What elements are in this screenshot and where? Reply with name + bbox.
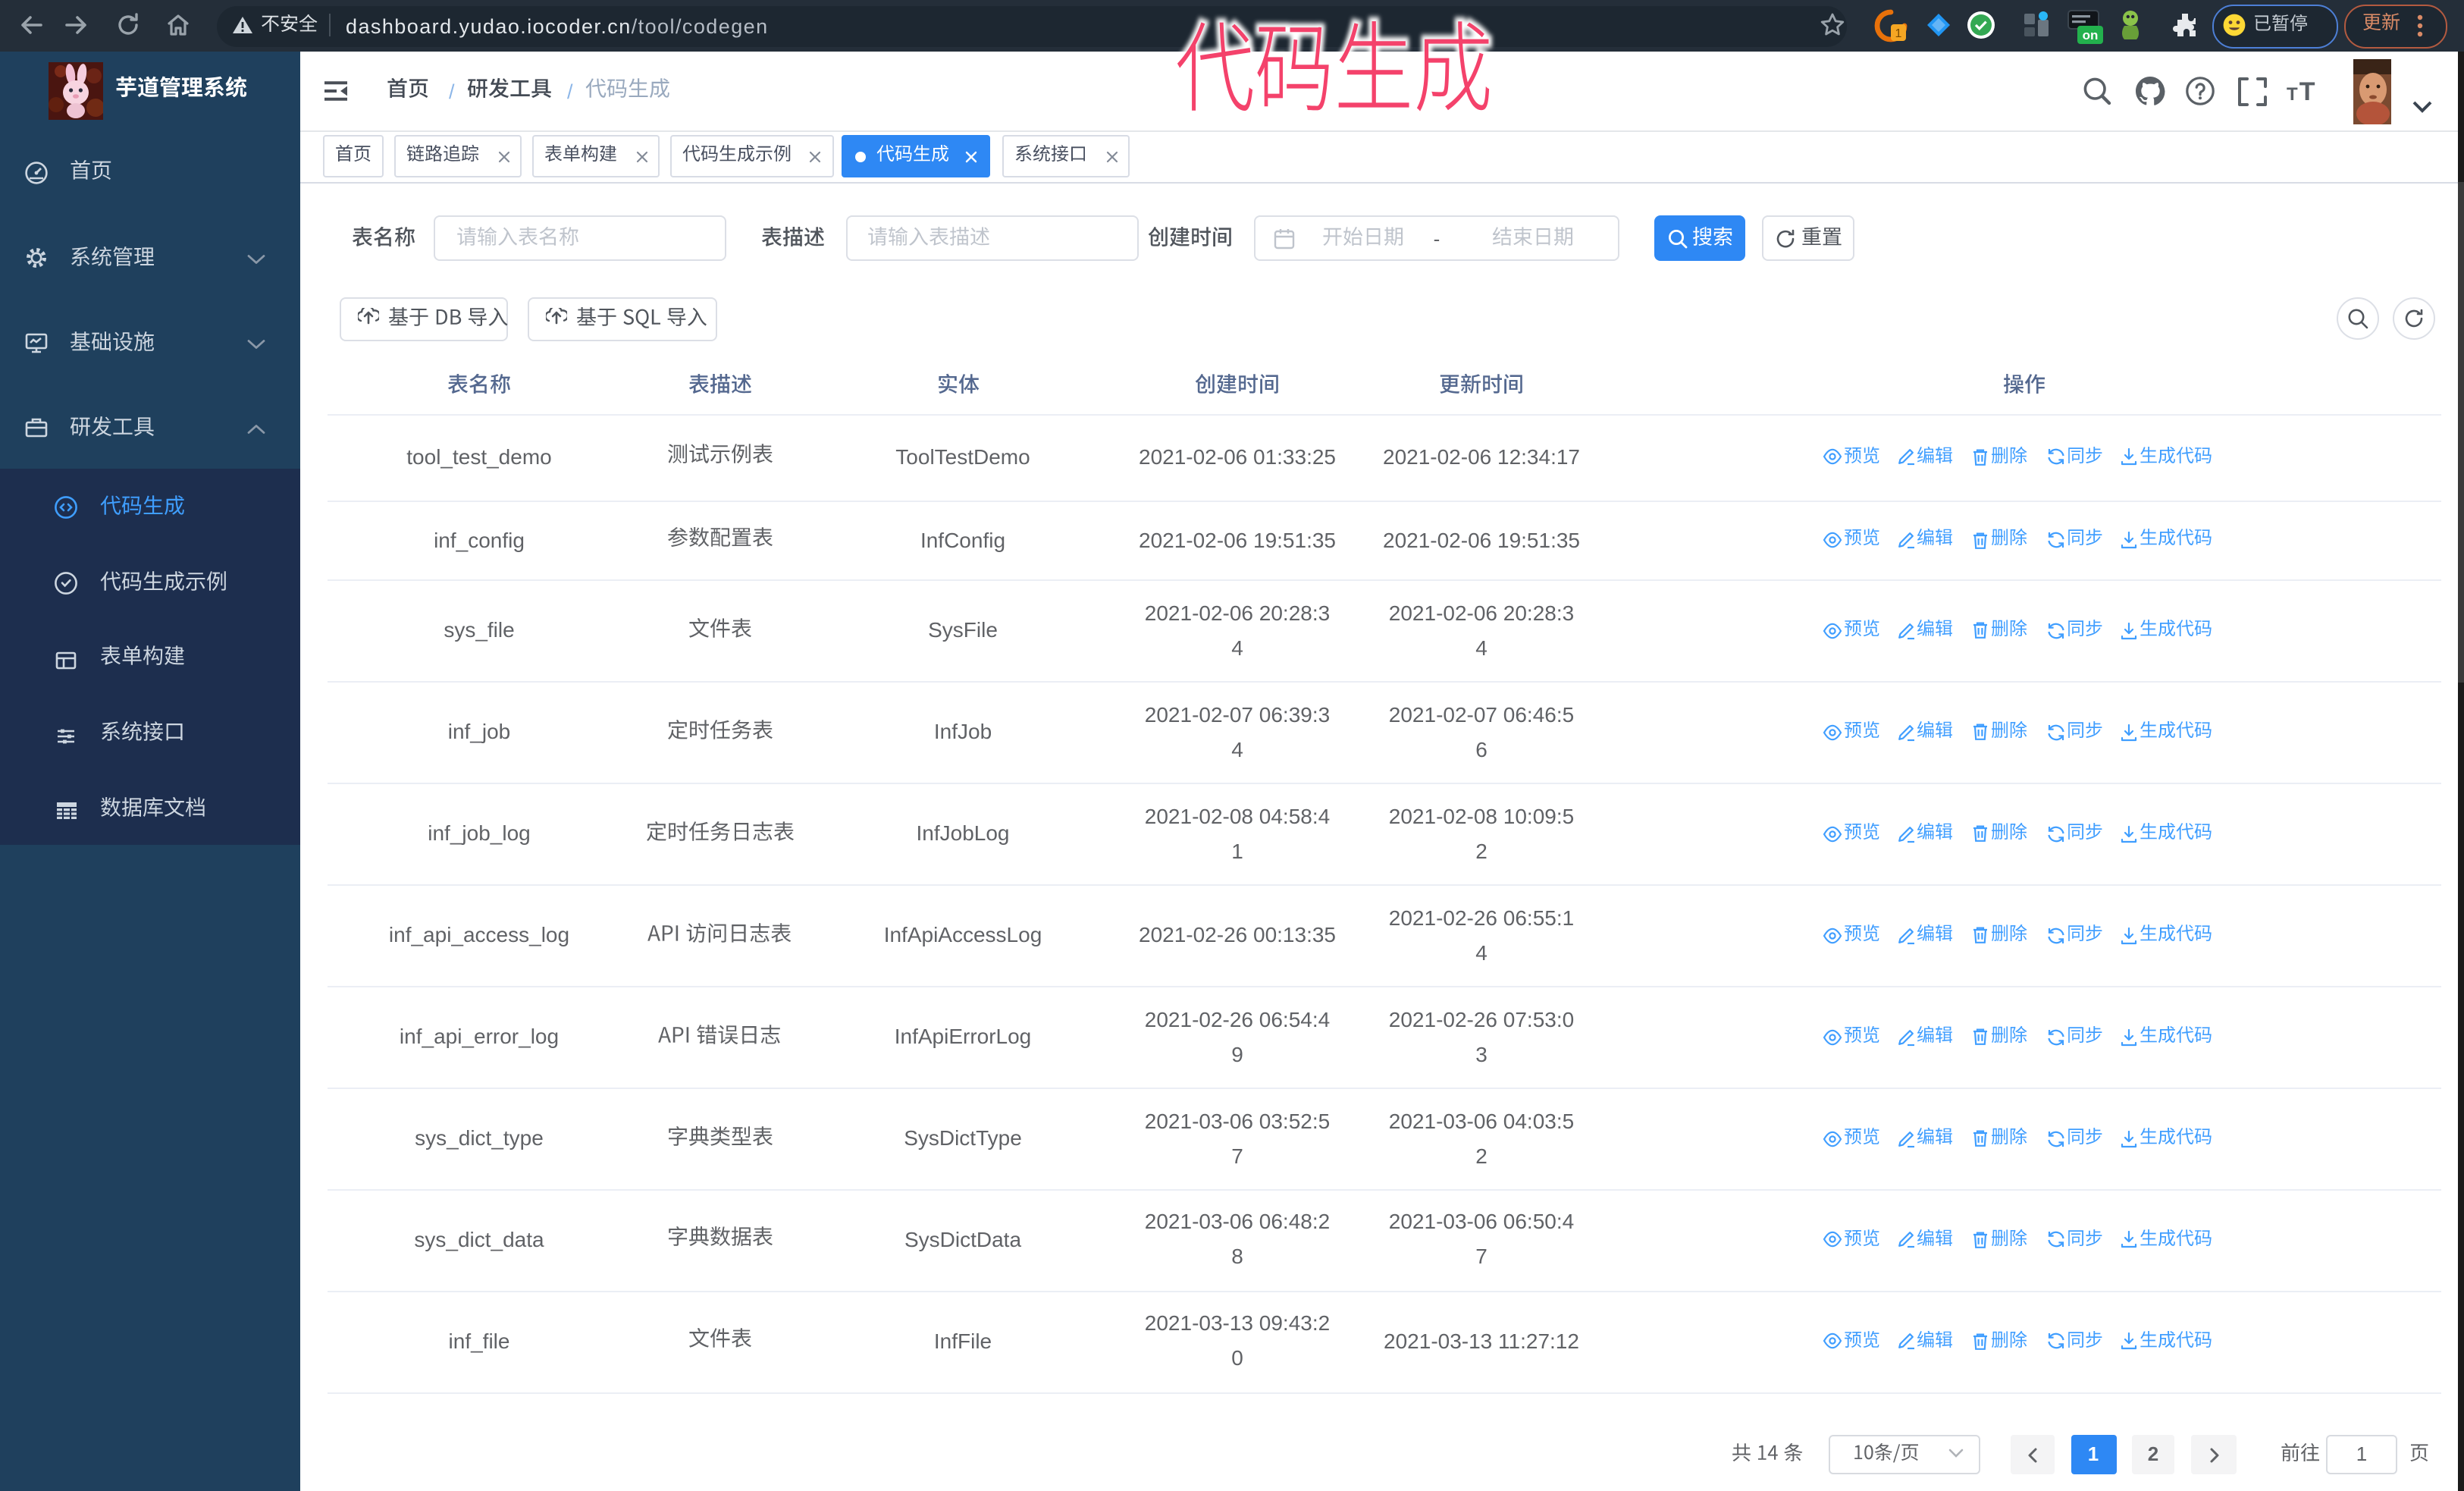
svg-text:1: 1 (1895, 27, 1902, 40)
svg-text:on: on (2083, 28, 2099, 42)
